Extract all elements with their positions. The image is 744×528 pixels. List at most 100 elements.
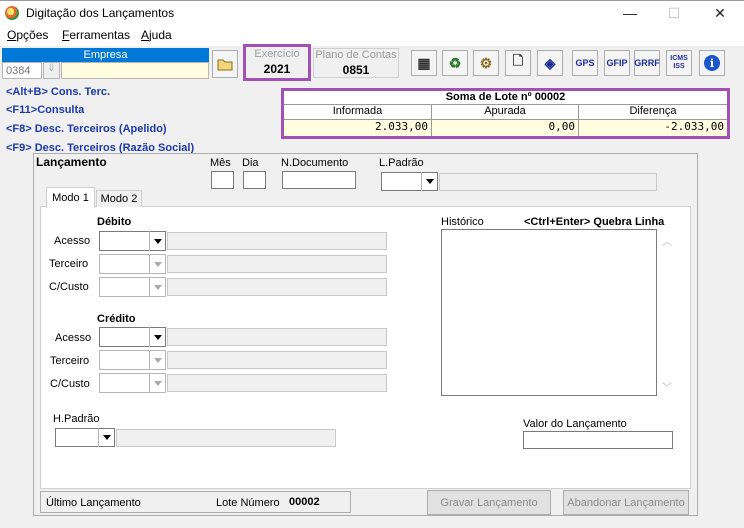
lpadrao-label: L.Padrão — [379, 157, 424, 169]
scroll-up-icon[interactable]: ︿ — [662, 233, 672, 248]
debito-ccusto-description — [167, 278, 387, 296]
mes-input[interactable] — [211, 171, 234, 189]
menu-ferramentas[interactable]: Ferramentas — [62, 28, 130, 42]
dia-input[interactable] — [243, 171, 266, 189]
chevron-down-icon — [149, 277, 165, 297]
lote-numero-label: Lote Número — [216, 497, 280, 509]
lpadrao-select[interactable] — [381, 172, 438, 191]
debito-terceiro-select[interactable] — [99, 254, 166, 274]
app-logo-icon — [5, 6, 19, 20]
shortcut-consulta: <F11>Consulta — [6, 104, 85, 116]
chevron-down-icon — [421, 172, 437, 191]
lote-header-diferenca: Diferença — [579, 105, 727, 120]
menu-opcoes[interactable]: Opções — [7, 28, 48, 42]
lpadrao-description — [439, 173, 657, 191]
chevron-down-icon — [149, 373, 165, 393]
toolbar-grrf-button[interactable]: GRRF — [634, 50, 660, 76]
empresa-name-field[interactable] — [61, 62, 209, 79]
gravar-lancamento-button[interactable]: Gravar Lançamento — [427, 490, 551, 515]
lote-value-diferenca: -2.033,00 — [579, 120, 727, 136]
open-folder-button[interactable] — [212, 50, 238, 78]
credito-ccusto-description — [167, 374, 387, 392]
mes-label: Mês — [210, 157, 231, 169]
icms-iss-icon: ICMS ISS — [670, 55, 688, 70]
chevron-down-icon — [149, 254, 165, 274]
quebra-linha-hint: <Ctrl+Enter> Quebra Linha — [524, 216, 665, 228]
credito-ccusto-label: C/Custo — [50, 378, 90, 390]
window-title: Digitação dos Lançamentos — [26, 6, 175, 20]
toolbar-gps-button[interactable]: GPS — [572, 50, 598, 76]
debito-terceiro-description — [167, 255, 387, 273]
empresa-lookup-button[interactable]: ⇓ — [43, 62, 60, 79]
toolbar-compass-button[interactable]: ◈ — [537, 50, 563, 76]
chevron-down-icon — [149, 231, 165, 251]
toolbar-recycle-button[interactable]: ♻ — [442, 50, 468, 76]
new-document-icon: 🗋 — [512, 53, 524, 68]
shortcut-cons-terc: <Alt+B> Cons. Terc. — [6, 86, 111, 98]
folder-icon — [217, 59, 233, 71]
credito-acesso-description — [167, 328, 387, 346]
hpadrao-label: H.Padrão — [53, 413, 100, 425]
debito-ccusto-label: C/Custo — [49, 281, 89, 293]
empresa-header: Empresa — [2, 48, 209, 62]
valor-lancamento-input[interactable] — [523, 431, 673, 449]
debito-label: Débito — [97, 216, 132, 228]
historico-label: Histórico — [441, 216, 484, 228]
plano-value: 0851 — [342, 63, 370, 77]
empresa-code-field[interactable]: 0384 — [2, 62, 42, 79]
gfip-icon: GFIP — [606, 58, 628, 68]
lote-value-apurada: 0,00 — [432, 120, 579, 136]
debito-acesso-label: Acesso — [54, 235, 91, 247]
credito-ccusto-select[interactable] — [99, 373, 166, 393]
scroll-down-icon[interactable]: ﹀ — [662, 379, 672, 394]
credito-acesso-select[interactable] — [99, 327, 166, 347]
credito-acesso-label: Acesso — [55, 332, 92, 344]
grrf-icon: GRRF — [634, 58, 660, 68]
gps-icon: GPS — [575, 58, 595, 68]
lote-header-informada: Informada — [284, 105, 432, 120]
lote-header-apurada: Apurada — [432, 105, 579, 120]
toolbar-new-document-button[interactable]: 🗋 — [505, 50, 531, 76]
chevron-down-icon — [149, 350, 165, 370]
hpadrao-description — [116, 429, 336, 447]
debito-acesso-select[interactable] — [99, 231, 166, 251]
credito-label: Crédito — [97, 313, 136, 325]
debito-ccusto-select[interactable] — [99, 277, 166, 297]
tab-modo-1[interactable]: Modo 1 — [46, 187, 95, 208]
lote-value-informada: 2.033,00 — [284, 120, 432, 136]
lote-numero-value: 00002 — [289, 496, 320, 508]
tab-modo-2[interactable]: Modo 2 — [96, 190, 142, 207]
lote-title: Soma de Lote nº 00002 — [284, 91, 727, 105]
toolbar-calculator-button[interactable]: ▦ — [411, 50, 437, 76]
abandonar-lancamento-button[interactable]: Abandonar Lançamento — [563, 490, 689, 515]
maximize-button[interactable]: ☐ — [660, 4, 688, 22]
menu-ajuda[interactable]: Ajuda — [141, 28, 172, 42]
info-icon: i — [704, 55, 720, 71]
shortcut-apelido: <F8> Desc. Terceiros (Apelido) — [6, 123, 167, 135]
plano-label: Plano de Contas — [315, 49, 397, 61]
ndocumento-input[interactable] — [282, 171, 356, 189]
toolbar-gfip-button[interactable]: GFIP — [604, 50, 630, 76]
exercicio-label: Exercício — [254, 48, 300, 60]
compass-icon: ◈ — [544, 54, 556, 71]
toolbar-icms-iss-button[interactable]: ICMS ISS — [666, 50, 692, 76]
exercicio-value: 2021 — [263, 62, 291, 76]
gear-tool-icon: ⚙ — [479, 54, 493, 71]
historico-scrollbar[interactable]: ︿ ﹀ — [658, 229, 675, 396]
hpadrao-select[interactable] — [55, 428, 115, 447]
toolbar-info-button[interactable]: i — [699, 50, 725, 76]
historico-textarea[interactable] — [441, 229, 657, 396]
valor-lancamento-label: Valor do Lançamento — [523, 418, 627, 430]
close-button[interactable]: ✕ — [706, 4, 734, 22]
credito-terceiro-select[interactable] — [99, 350, 166, 370]
toolbar-gear-button[interactable]: ⚙ — [473, 50, 499, 76]
minimize-button[interactable]: — — [616, 4, 644, 22]
recycle-bin-icon: ♻ — [448, 54, 462, 71]
lancamento-title: Lançamento — [36, 155, 107, 169]
dia-label: Dia — [242, 157, 259, 169]
ultimo-lancamento-label: Último Lançamento — [46, 497, 141, 509]
debito-terceiro-label: Terceiro — [49, 258, 89, 270]
chevron-down-icon — [149, 327, 165, 347]
credito-terceiro-description — [167, 351, 387, 369]
ndocumento-label: N.Documento — [281, 157, 349, 169]
